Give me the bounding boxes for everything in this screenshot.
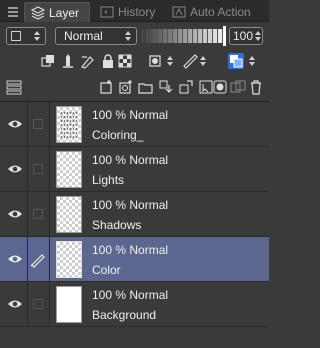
eye-icon[interactable] <box>7 163 23 175</box>
layer-color-selector[interactable] <box>6 27 46 45</box>
layer-row-shadows[interactable]: 100 % Normal Shadows <box>0 192 269 237</box>
layer-select-checkbox[interactable] <box>33 209 43 219</box>
list-options-icon[interactable] <box>6 79 22 95</box>
layer-select-checkbox[interactable] <box>33 119 43 129</box>
layer-action-toolbar <box>0 75 269 99</box>
panel-tab-bar: Layer History Auto Action <box>0 0 269 22</box>
history-icon <box>100 5 114 19</box>
layer-list: 100 % Normal Coloring_ 100 % Normal Ligh… <box>0 101 269 348</box>
layer-row-coloring[interactable]: 100 % Normal Coloring_ <box>0 102 269 147</box>
layer-name[interactable]: Lights <box>92 173 124 187</box>
layer-thumbnail <box>56 241 82 278</box>
layer-name[interactable]: Shadows <box>92 218 141 232</box>
create-mask-icon[interactable] <box>212 79 228 95</box>
layer-blend-info: 100 % Normal <box>92 108 169 122</box>
layer-row-background[interactable]: 100 % Normal Background <box>0 282 269 327</box>
blend-mode-select[interactable]: Normal <box>55 27 137 45</box>
layers-icon <box>31 5 45 20</box>
spin-arrows-icon <box>254 29 262 43</box>
tab-layer-label: Layer <box>49 5 80 20</box>
spin-arrows-icon[interactable] <box>248 54 256 68</box>
eye-icon[interactable] <box>7 118 23 130</box>
layer-color-swatch <box>11 31 21 41</box>
new-folder-icon[interactable] <box>138 79 154 95</box>
spin-arrows-icon <box>124 29 132 43</box>
layer-blend-info: 100 % Normal <box>92 198 169 212</box>
blend-mode-value: Normal <box>64 29 103 43</box>
mask-icon[interactable] <box>148 53 164 69</box>
eye-icon[interactable] <box>7 298 23 310</box>
transfer-to-lower-layer-icon[interactable] <box>158 79 174 95</box>
opacity-slider-handle[interactable] <box>223 26 226 46</box>
layer-blend-info: 100 % Normal <box>92 288 169 302</box>
tab-history[interactable]: History <box>94 2 161 22</box>
layer-thumbnail <box>56 151 82 188</box>
opacity-slider[interactable] <box>142 26 226 46</box>
lock-layer-icon[interactable] <box>100 53 116 69</box>
layer-name[interactable]: Color <box>92 263 121 277</box>
clip-to-layer-below-icon[interactable] <box>40 53 56 69</box>
layer-select-checkbox[interactable] <box>33 299 43 309</box>
lock-transparent-pixels-icon[interactable] <box>118 53 134 69</box>
tab-auto-action-label: Auto Action <box>190 5 251 19</box>
opacity-input[interactable]: 100 <box>229 27 263 45</box>
layer-row-lights[interactable]: 100 % Normal Lights <box>0 147 269 192</box>
auto-action-icon <box>172 5 186 19</box>
spin-arrows-icon[interactable] <box>199 54 207 68</box>
combine-to-layer-below-icon[interactable] <box>178 79 194 95</box>
layer-thumbnail <box>56 286 82 323</box>
layer-property-toolbar <box>0 49 269 73</box>
draft-layer-icon[interactable] <box>80 53 96 69</box>
tab-layer[interactable]: Layer <box>24 2 90 22</box>
layer-thumbnail <box>56 106 82 143</box>
tab-auto-action[interactable]: Auto Action <box>166 2 257 22</box>
panel-menu-icon[interactable] <box>6 4 20 18</box>
reference-layer-icon[interactable] <box>60 53 76 69</box>
layer-blend-info: 100 % Normal <box>92 243 169 257</box>
ruler-icon[interactable] <box>182 53 198 69</box>
layer-select-checkbox[interactable] <box>33 164 43 174</box>
spin-arrows-icon[interactable] <box>166 54 174 68</box>
layer-thumbnail <box>56 196 82 233</box>
spin-arrows-icon <box>33 29 41 43</box>
eye-icon[interactable] <box>7 208 23 220</box>
new-vector-layer-icon[interactable] <box>118 79 134 95</box>
layer-name[interactable]: Background <box>92 308 156 322</box>
layer-color-icon[interactable] <box>228 53 244 69</box>
delete-layer-icon[interactable] <box>248 79 264 95</box>
apply-mask-icon[interactable] <box>230 79 246 95</box>
layer-row-color[interactable]: 100 % Normal Color <box>0 237 269 282</box>
blend-controls: Normal 100 <box>0 22 269 49</box>
eye-icon[interactable] <box>7 253 23 265</box>
pen-icon <box>29 250 47 268</box>
new-raster-layer-icon[interactable] <box>98 79 114 95</box>
opacity-value: 100 <box>233 29 254 43</box>
tab-history-label: History <box>118 5 156 19</box>
layer-blend-info: 100 % Normal <box>92 153 169 167</box>
layer-name[interactable]: Coloring_ <box>92 128 143 142</box>
